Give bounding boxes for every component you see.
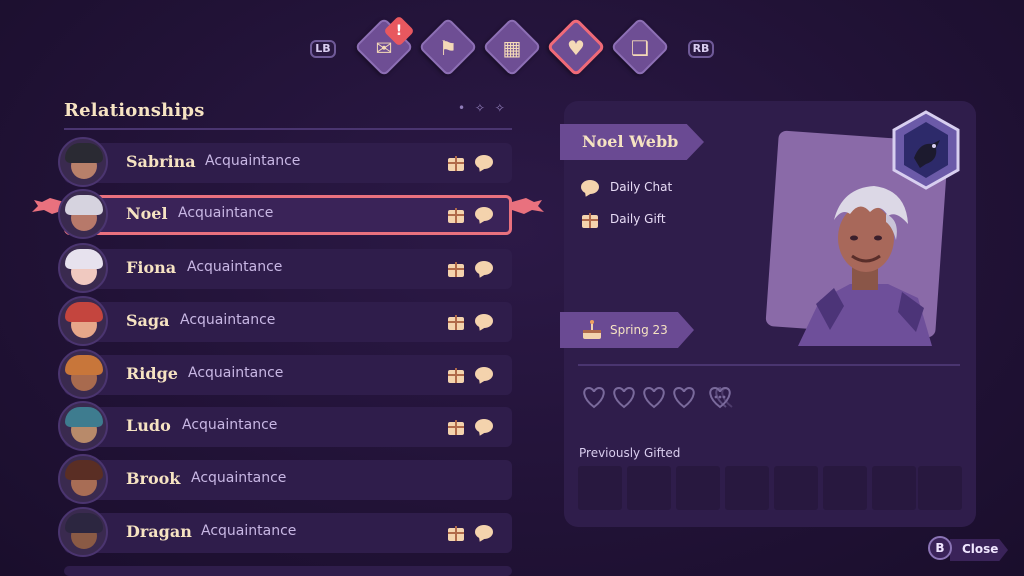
alert-icon: !: [395, 23, 403, 39]
relationship-row-ludo[interactable]: Ludo Acquaintance: [58, 401, 512, 451]
rb-shoulder-button[interactable]: RB: [688, 40, 714, 58]
row-name: Fiona: [126, 258, 177, 277]
map-icon: ⚑: [439, 36, 457, 60]
calendar-icon: ▦: [502, 36, 522, 60]
divider: [578, 364, 960, 366]
top-navigation: LB ✉ ! ⚑ ▦ ♥ ❑ RB: [0, 15, 1024, 78]
relationships-title: Relationships: [64, 100, 205, 121]
previously-gifted-label: Previously Gifted: [579, 446, 681, 460]
gift-icon: [446, 153, 466, 173]
chat-icon: [474, 312, 494, 333]
relationship-row-dragan[interactable]: Dragan Acquaintance: [58, 507, 512, 557]
chat-icon: [474, 417, 494, 438]
close-label: Close: [962, 542, 999, 556]
gift-slot[interactable]: [676, 466, 720, 510]
gift-slot[interactable]: [578, 466, 622, 510]
row-name: Sabrina: [126, 152, 196, 171]
gift-icon: [446, 523, 466, 543]
row-name: Brook: [126, 469, 181, 488]
gift-slot[interactable]: [725, 466, 769, 510]
relationship-row-ridge[interactable]: Ridge Acquaintance: [58, 349, 512, 399]
row-status: Acquaintance: [205, 153, 301, 169]
daily-chat-row: Daily Chat: [580, 178, 700, 199]
relationship-row-saga[interactable]: Saga Acquaintance: [58, 296, 512, 346]
avatar: [58, 401, 108, 451]
book-icon: ❑: [631, 36, 649, 60]
daily-gift-label: Daily Gift: [610, 212, 666, 226]
gift-icon: [446, 205, 466, 225]
friendship-hearts: [583, 386, 733, 409]
avatar: [58, 507, 108, 557]
chat-icon: [474, 365, 494, 386]
gift-icon: [446, 365, 466, 385]
close-button[interactable]: B Close: [928, 534, 1008, 562]
gift-icon: [446, 312, 466, 332]
cake-icon: [583, 320, 601, 339]
noel-portrait: [798, 186, 932, 346]
chat-icon: [474, 259, 494, 280]
row-status: Acquaintance: [178, 205, 274, 221]
avatar: [58, 137, 108, 187]
chat-icon: [474, 523, 494, 544]
sparkle-decoration-icon: • ✧ ✧: [458, 101, 508, 115]
row-status: Acquaintance: [191, 470, 287, 486]
relationship-row-noel[interactable]: Noel Acquaintance: [58, 189, 512, 239]
row-status: Acquaintance: [182, 417, 278, 433]
character-name: Noel Webb: [582, 132, 679, 151]
chat-icon: [474, 153, 494, 174]
relationship-row-sabrina[interactable]: Sabrina Acquaintance: [58, 137, 512, 187]
divider: [64, 128, 512, 130]
relationship-row-brook[interactable]: Brook Acquaintance: [58, 454, 512, 504]
gift-icon: [446, 417, 466, 437]
row-name: Saga: [126, 311, 170, 330]
raven-crest-icon: [892, 110, 960, 190]
row-name: Dragan: [126, 522, 192, 541]
relationship-row-partial[interactable]: [64, 566, 512, 576]
gift-slot[interactable]: [872, 466, 916, 510]
gift-icon: [446, 259, 466, 279]
daily-gift-row: Daily Gift: [580, 210, 700, 230]
row-status: Acquaintance: [180, 312, 276, 328]
gift-slot[interactable]: [918, 466, 962, 510]
lb-shoulder-button[interactable]: LB: [310, 40, 336, 58]
avatar: [58, 349, 108, 399]
avatar: [58, 454, 108, 504]
birthday-text: Spring 23: [610, 323, 668, 337]
b-button-icon: B: [928, 536, 952, 560]
gift-slot[interactable]: [823, 466, 867, 510]
row-status: Acquaintance: [187, 259, 283, 275]
gift-slot[interactable]: [627, 466, 671, 510]
row-status: Acquaintance: [201, 523, 297, 539]
avatar: [58, 243, 108, 293]
relationship-row-fiona[interactable]: Fiona Acquaintance: [58, 243, 512, 293]
avatar: [58, 296, 108, 346]
gift-icon: [580, 210, 600, 230]
chat-icon: [580, 178, 600, 199]
row-name: Ridge: [126, 364, 178, 383]
row-name: Ludo: [126, 416, 171, 435]
bat-wing-right-icon: [512, 198, 544, 214]
daily-chat-label: Daily Chat: [610, 180, 673, 194]
gift-slot[interactable]: [774, 466, 818, 510]
row-name: Noel: [126, 204, 168, 223]
heart-icon: ♥: [567, 36, 585, 60]
avatar: [58, 189, 108, 239]
row-status: Acquaintance: [188, 365, 284, 381]
chat-icon: [474, 205, 494, 226]
